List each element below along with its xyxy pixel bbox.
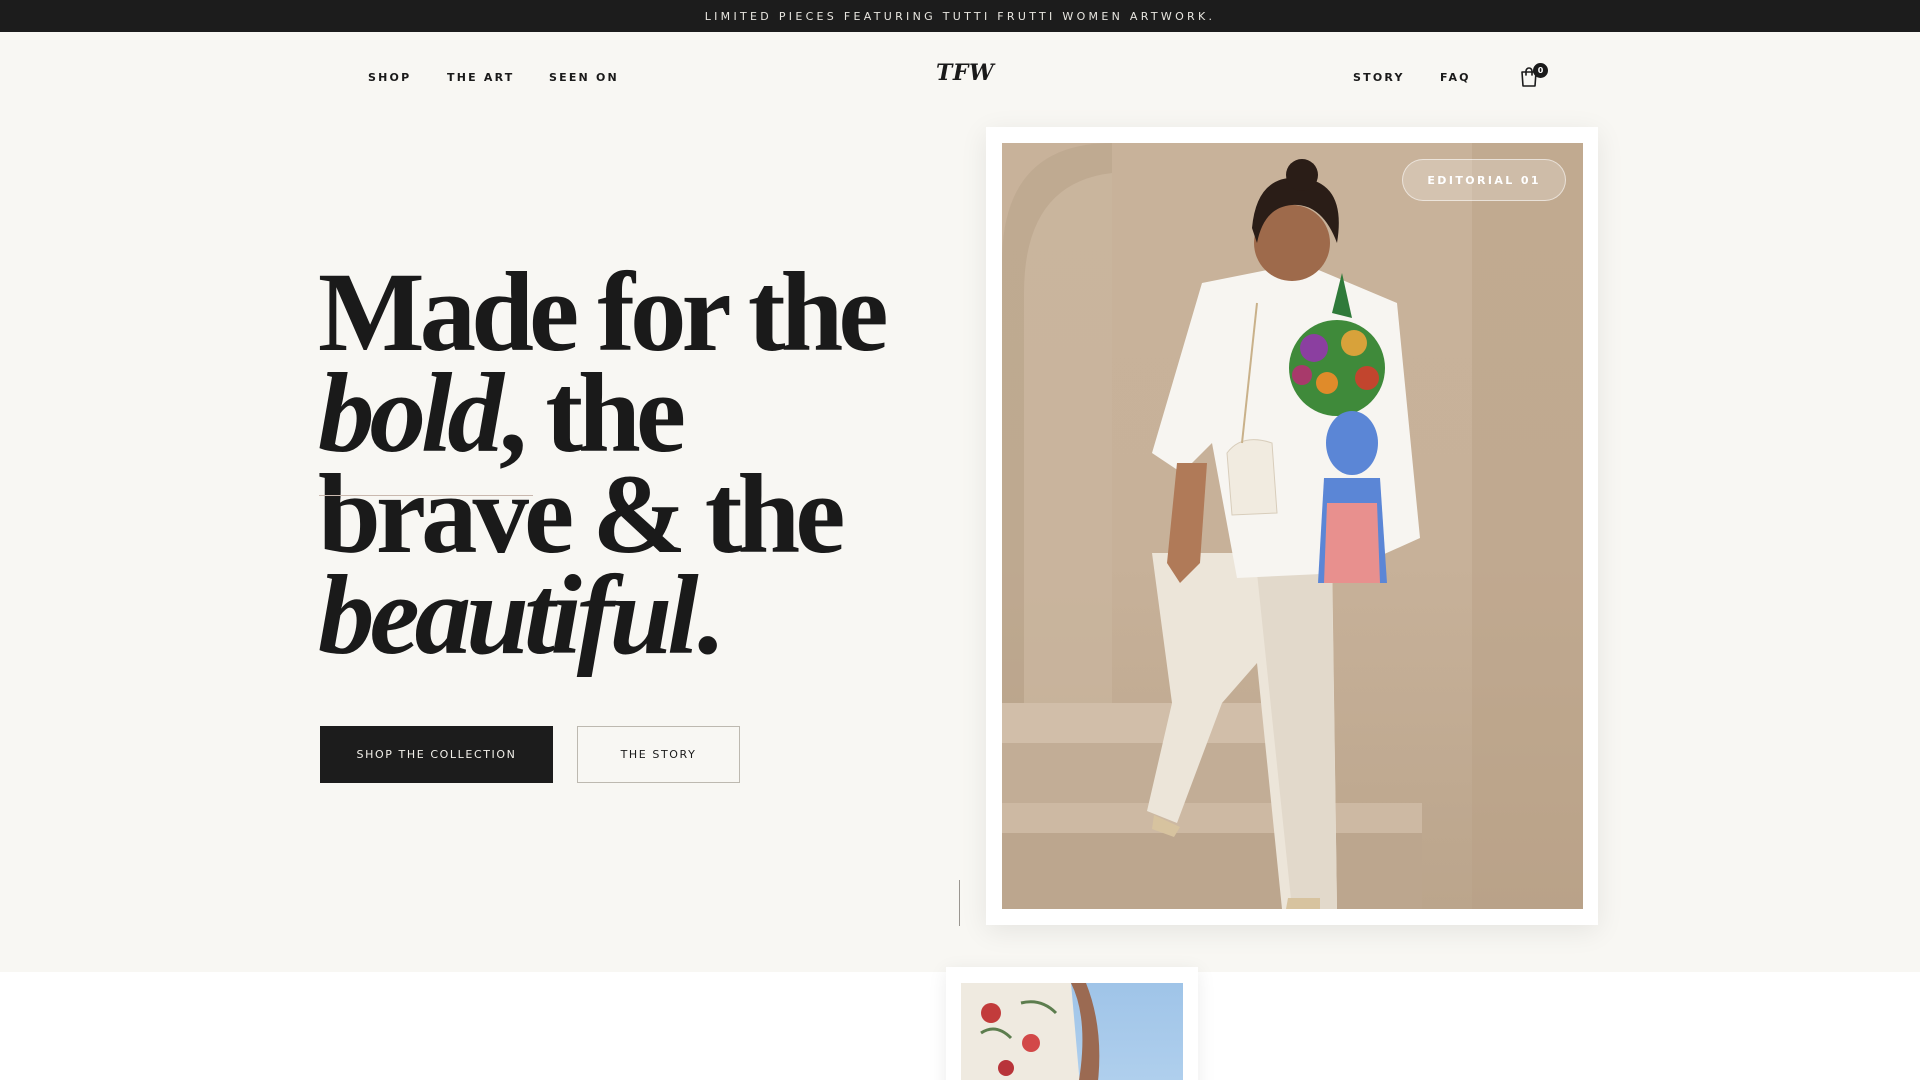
headline-line-3: brave & the [318, 452, 845, 577]
hero-headline: Made for the bold, the brave & the beaut… [318, 250, 918, 672]
model-illustration [1002, 143, 1583, 909]
headline-line-2: bold, the [318, 357, 918, 470]
announcement-text: LIMITED PIECES FEATURING TUTTI FRUTTI WO… [704, 9, 1216, 23]
editorial-badge: EDITORIAL 01 [1402, 159, 1566, 201]
secondary-editorial-photo [961, 983, 1183, 1080]
announcement-bar: LIMITED PIECES FEATURING TUTTI FRUTTI WO… [0, 0, 1920, 32]
headline-line-4: beautiful. [318, 559, 918, 672]
site-logo[interactable]: TFW [936, 60, 994, 86]
nav-shop-link[interactable]: SHOP [368, 71, 411, 84]
scroll-indicator-line [959, 880, 960, 926]
secondary-image-frame [946, 967, 1198, 1080]
headline-line-1: Made for the [318, 250, 889, 375]
floral-garment-illustration [961, 983, 1100, 1080]
hero-editorial-photo: EDITORIAL 01 [1002, 143, 1583, 909]
nav-the-art-link[interactable]: THE ART [447, 71, 514, 84]
the-story-button[interactable]: THE STORY [577, 726, 740, 783]
nav-story-link[interactable]: STORY [1353, 71, 1405, 84]
cart-count-badge: 0 [1533, 63, 1548, 78]
nav-seen-on-link[interactable]: SEEN ON [549, 71, 619, 84]
shop-collection-button[interactable]: SHOP THE COLLECTION [320, 726, 553, 783]
cart-button[interactable]: 0 [1519, 63, 1548, 90]
headline-accent-rule [319, 495, 533, 496]
hero-image-frame: EDITORIAL 01 [986, 127, 1598, 925]
headline-beautiful-word: beautiful [318, 553, 699, 678]
headline-line-4-rest: . [693, 553, 722, 678]
nav-faq-link[interactable]: FAQ [1440, 71, 1471, 84]
